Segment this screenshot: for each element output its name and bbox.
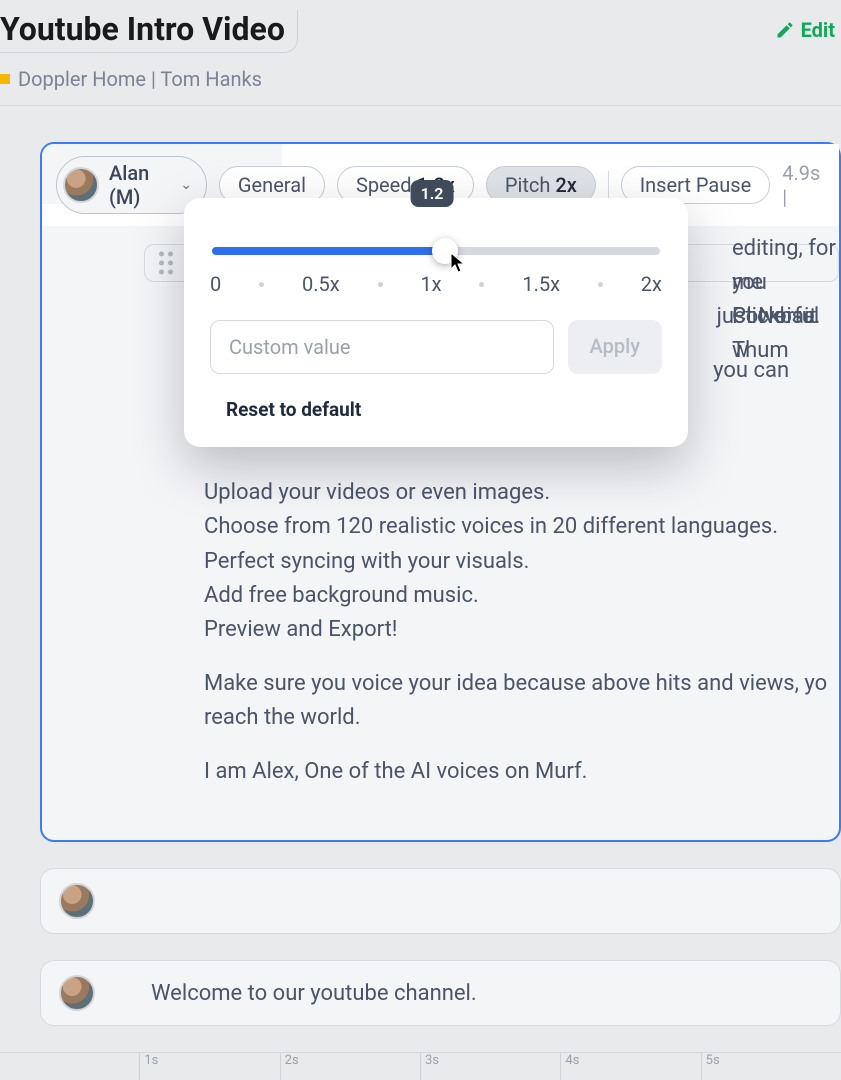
block-3-text: Welcome to our youtube channel. (151, 981, 477, 1006)
page-title[interactable]: Youtube Intro Video (0, 10, 298, 53)
pitch-label: Pitch (505, 173, 551, 197)
voice-avatar (59, 883, 95, 919)
editor-block-3[interactable]: Welcome to our youtube channel. (40, 960, 841, 1026)
tick-05: 0.5x (302, 272, 340, 296)
timeline-tick: 4s (560, 1053, 700, 1080)
voice-name: Alan (M) (109, 161, 170, 209)
slider-tooltip: 1.2 (411, 180, 454, 207)
card-frag-r3: Clickbait Thum (732, 300, 839, 368)
apply-button[interactable]: Apply (568, 320, 662, 374)
voice-selector[interactable]: Alan (M) ⌄ (56, 156, 207, 214)
edit-button[interactable]: Edit (775, 18, 841, 42)
breadcrumb-text: Doppler Home | Tom Hanks (18, 67, 262, 91)
tick-15: 1.5x (522, 272, 560, 296)
reset-to-default-button[interactable]: Reset to default (210, 398, 662, 421)
block-duration: 4.9s | (782, 161, 825, 209)
timeline-tick: 5s (701, 1053, 841, 1080)
speed-label: Speed (356, 173, 412, 197)
timeline-tick: 3s (420, 1053, 560, 1080)
slider-track-fill (212, 247, 445, 255)
breadcrumb[interactable]: Doppler Home | Tom Hanks (0, 67, 841, 91)
timeline-tick: 1s (139, 1053, 279, 1080)
script-p3: Upload your videos or even images. Choos… (204, 476, 839, 646)
tick-dot (378, 282, 383, 287)
chevron-down-icon: ⌄ (180, 177, 192, 193)
pencil-icon (775, 20, 795, 40)
voice-avatar (59, 975, 95, 1011)
timeline-tick (0, 1053, 139, 1080)
tick-2: 2x (641, 272, 662, 296)
custom-value-input[interactable]: Custom value (210, 320, 554, 374)
speed-slider[interactable] (212, 244, 660, 258)
tick-dot (259, 282, 264, 287)
voice-avatar (63, 167, 99, 203)
project-color-dot (0, 74, 10, 84)
pitch-value: 2x (555, 173, 576, 197)
tick-0: 0 (210, 272, 221, 296)
slider-tick-labels: 0 0.5x 1x 1.5x 2x (210, 272, 662, 296)
timeline-tick: 2s (280, 1053, 420, 1080)
editor-block-2[interactable] (40, 868, 841, 934)
timeline-ruler[interactable]: 1s 2s 3s 4s 5s (0, 1052, 841, 1080)
header-divider (0, 105, 841, 106)
drag-handle-icon[interactable] (159, 252, 173, 275)
toolbar-separator (608, 171, 609, 199)
cursor-icon (450, 252, 468, 279)
script-p5: I am Alex, One of the AI voices on Murf. (204, 755, 839, 789)
script-p4: Make sure you voice your idea because ab… (204, 667, 839, 735)
tick-dot (479, 282, 484, 287)
speed-popover: 1.2 0 0.5x 1x 1.5x 2x Custom value Apply… (184, 198, 688, 447)
tick-1: 1x (420, 272, 441, 296)
tick-dot (598, 282, 603, 287)
edit-label: Edit (801, 18, 835, 42)
